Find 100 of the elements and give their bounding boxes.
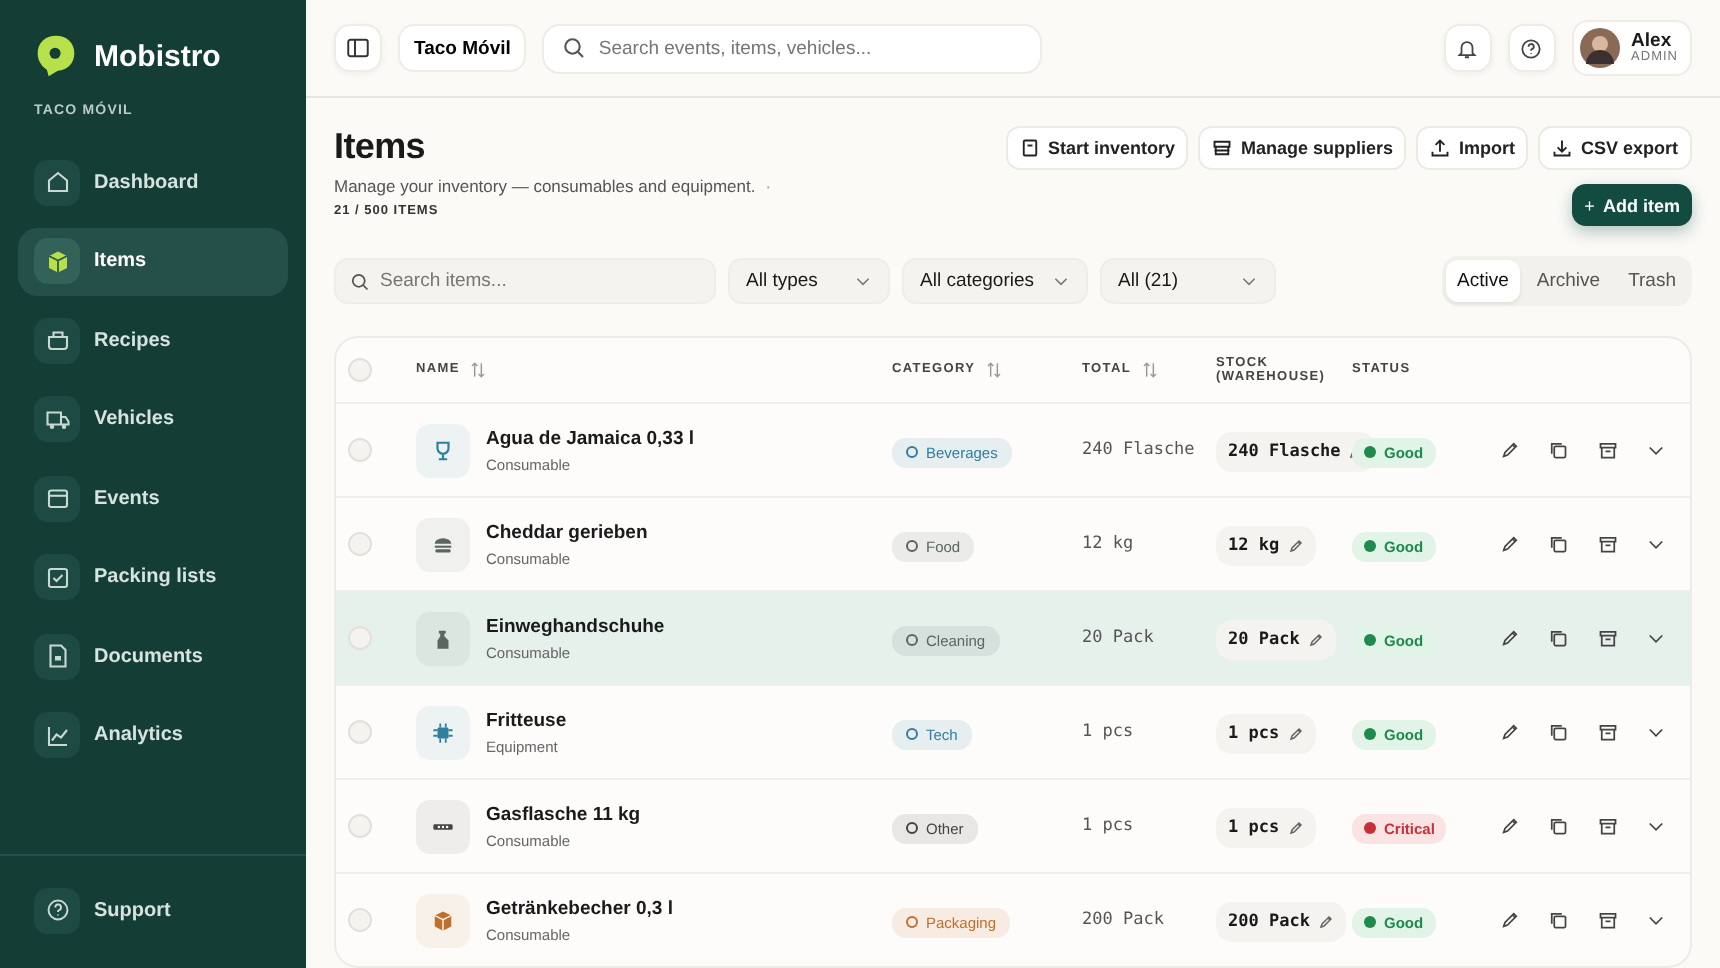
select-all-checkbox[interactable] [348,358,372,382]
spray-bottle-icon [432,627,454,649]
row-checkbox[interactable] [348,814,372,838]
checkbox-icon [45,565,69,589]
sort-icon[interactable] [985,362,1002,378]
archive-icon[interactable] [1597,910,1618,930]
row-checkbox[interactable] [348,720,372,744]
pot-icon [45,328,69,352]
pencil-icon [1317,913,1334,929]
item-name: Fritteuse [486,709,567,731]
copy-icon[interactable] [1548,534,1569,554]
cube-icon [45,249,69,273]
document-icon [45,644,69,668]
sidebar-item[interactable]: Items [18,227,288,295]
upload-icon [1430,138,1451,158]
pencil-icon [1287,725,1304,741]
help-button[interactable] [1507,24,1556,72]
avatar-icon [1579,28,1620,68]
chart-icon [45,723,69,747]
chip-icon [432,721,454,743]
item-name: Gasflasche 11 kg [486,803,641,825]
pencil-icon[interactable] [1500,816,1520,836]
copy-icon[interactable] [1548,816,1569,836]
home-icon [45,170,69,194]
pencil-icon[interactable] [1500,628,1520,648]
view-tab[interactable]: Active [1445,260,1521,302]
pencil-icon[interactable] [1500,534,1520,554]
truck-icon [45,407,69,431]
archive-icon[interactable] [1597,722,1618,742]
search-field[interactable]: Search events, items, vehicles... [542,23,1043,73]
action-button[interactable]: Manage suppliers [1198,126,1407,170]
sort-icon[interactable] [469,362,486,378]
sidebar-toggle-button[interactable] [334,24,382,72]
pencil-icon [1307,631,1324,647]
stock-quantity[interactable]: 240 Flasche [1216,431,1377,471]
pencil-icon[interactable] [1500,440,1520,460]
copy-icon[interactable] [1548,628,1569,648]
sidebar-item[interactable]: Dashboard [18,148,288,216]
sidebar-item[interactable]: Packing lists [18,543,288,611]
notifications-button[interactable] [1443,24,1492,72]
cube-icon [432,909,454,931]
action-button[interactable]: Import [1416,126,1529,170]
archive-icon[interactable] [1597,534,1618,554]
pencil-icon[interactable] [1500,722,1520,742]
clipboard-icon [1019,138,1040,158]
archive-icon[interactable] [1597,816,1618,836]
copy-icon[interactable] [1548,440,1569,460]
filter-dropdown[interactable]: All categories [902,258,1088,304]
pencil-icon[interactable] [1500,910,1520,930]
pencil-icon [1287,819,1304,835]
sidebar-icon [346,36,370,60]
stock-quantity[interactable]: 20 Pack [1216,619,1336,659]
view-tab[interactable]: Trash [1616,260,1688,302]
filter-dropdown[interactable]: All (21) [1100,258,1276,304]
stock-quantity[interactable]: 200 Pack [1216,901,1346,941]
total-quantity: 1 pcs [1082,722,1136,742]
archive-icon[interactable] [1597,628,1618,648]
sort-icon[interactable] [1141,362,1158,378]
row-checkbox[interactable] [348,908,372,932]
total-quantity: 20 Pack [1082,628,1156,648]
total-quantity: 240 Flasche [1082,440,1197,460]
add-item-button[interactable]: + Add item [1572,184,1692,226]
archive-icon[interactable] [1597,440,1618,460]
item-name: Einweghandschuhe [486,615,665,637]
action-button[interactable]: CSV export [1538,126,1692,170]
stock-quantity[interactable]: 12 kg [1216,525,1316,565]
separator-dot: · [765,176,772,196]
sidebar-item[interactable]: Documents [18,622,288,690]
bell-icon [1456,37,1479,59]
app-name: Mobistro [94,39,221,73]
download-icon [1552,138,1573,158]
action-button[interactable]: Start inventory [1005,126,1189,170]
row-checkbox[interactable] [348,438,372,462]
stock-quantity[interactable]: 1 pcs [1216,807,1316,847]
store-icon [1212,138,1233,158]
sidebar-item[interactable]: Support [18,876,288,944]
page-title: Items [334,126,428,168]
logo-icon [34,32,78,80]
sidebar-item[interactable]: Vehicles [18,385,288,453]
copy-icon[interactable] [1548,910,1569,930]
item-name: Getränkebecher 0,3 l [486,897,673,919]
help-icon [45,898,69,922]
copy-icon[interactable] [1548,722,1569,742]
total-quantity: 200 Pack [1082,910,1166,930]
sidebar-item[interactable]: Events [18,464,288,532]
help-icon [1520,37,1543,59]
total-quantity: 12 kg [1082,534,1136,554]
filter-dropdown[interactable]: All types [728,258,890,304]
pencil-icon [1287,537,1304,553]
page-subtitle: Manage your inventory — consumables and equipment. [334,176,756,196]
burger-icon [432,533,454,555]
row-checkbox[interactable] [348,532,372,556]
stock-quantity[interactable]: 1 pcs [1216,713,1316,753]
user-name: Alex [1631,31,1674,50]
item-search-field[interactable]: Search items... [334,258,716,304]
wine-glass-icon [432,439,454,461]
sidebar-item[interactable]: Analytics [18,701,288,769]
view-tab[interactable]: Archive [1524,260,1613,302]
workspace-button[interactable]: Taco Móvil [398,24,527,72]
sidebar-item[interactable]: Recipes [18,306,288,374]
